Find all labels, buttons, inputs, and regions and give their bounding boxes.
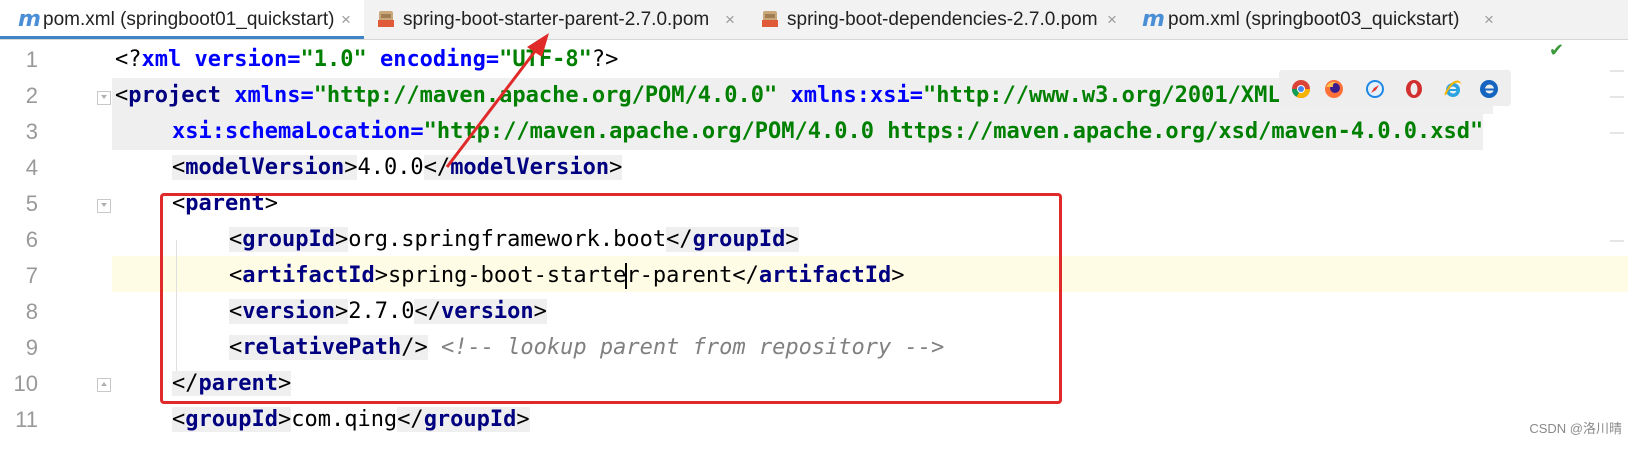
watermark: CSDN @洛川晴 bbox=[1529, 421, 1622, 436]
annotation-arrow bbox=[445, 33, 549, 168]
